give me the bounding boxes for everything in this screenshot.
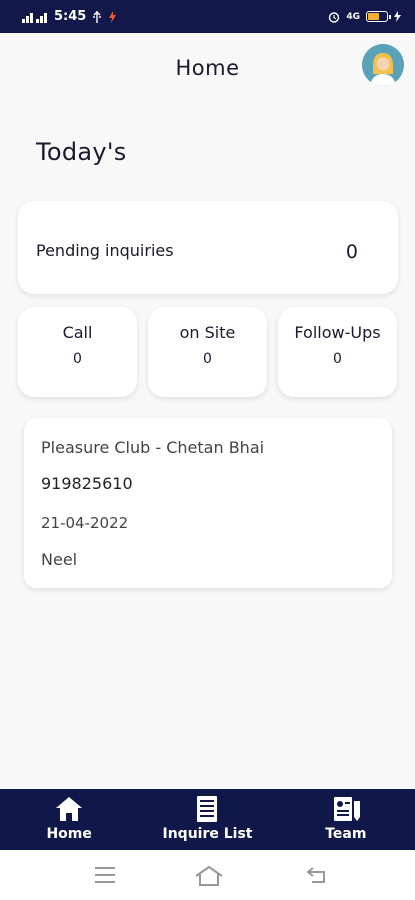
network-type: 4G bbox=[346, 11, 360, 22]
inquiry-phone: 919825610 bbox=[41, 474, 133, 493]
status-bar: 5:45 4G bbox=[0, 0, 415, 33]
stat-value: 0 bbox=[73, 351, 82, 367]
nav-label: Home bbox=[46, 826, 92, 842]
stat-label: Call bbox=[62, 323, 93, 342]
usb-icon bbox=[93, 10, 102, 23]
charging-bolt-icon bbox=[109, 10, 117, 23]
stat-value: 0 bbox=[333, 351, 342, 367]
battery-level bbox=[368, 13, 379, 20]
team-icon bbox=[333, 797, 360, 821]
status-time: 5:45 bbox=[54, 9, 87, 24]
list-icon bbox=[197, 796, 218, 822]
inquiry-date: 21-04-2022 bbox=[41, 514, 129, 532]
bottom-nav: Home Inquire List Team bbox=[0, 789, 415, 850]
nav-home[interactable]: Home bbox=[0, 789, 138, 850]
inquiry-name: Pleasure Club - Chetan Bhai bbox=[41, 438, 265, 457]
status-left: 5:45 bbox=[22, 9, 117, 24]
pending-inquiries-label: Pending inquiries bbox=[36, 241, 174, 260]
stat-label: Follow-Ups bbox=[294, 323, 381, 342]
page-title: Home bbox=[175, 56, 240, 80]
call-stat-card[interactable]: Call 0 bbox=[18, 307, 137, 397]
inquiry-card[interactable]: Pleasure Club - Chetan Bhai 919825610 21… bbox=[24, 418, 392, 588]
nav-team[interactable]: Team bbox=[277, 789, 415, 850]
inquiry-assignee: Neel bbox=[41, 550, 78, 569]
menu-icon[interactable] bbox=[94, 865, 116, 885]
battery-icon bbox=[366, 11, 391, 22]
system-nav-bar bbox=[0, 850, 415, 900]
stat-value: 0 bbox=[203, 351, 212, 367]
follow-ups-stat-card[interactable]: Follow-Ups 0 bbox=[278, 307, 397, 397]
today-heading: Today's bbox=[36, 138, 127, 166]
home-icon bbox=[56, 797, 83, 821]
alarm-icon bbox=[329, 11, 340, 23]
back-icon[interactable] bbox=[306, 865, 328, 885]
home-system-icon[interactable] bbox=[194, 865, 224, 887]
pending-inquiries-card[interactable]: Pending inquiries 0 bbox=[18, 201, 398, 294]
user-avatar-icon[interactable] bbox=[362, 44, 404, 86]
pending-inquiries-count: 0 bbox=[345, 241, 358, 263]
status-right: 4G bbox=[328, 11, 401, 23]
on-site-stat-card[interactable]: on Site 0 bbox=[148, 307, 267, 397]
nav-label: Team bbox=[325, 826, 367, 842]
signal-icon bbox=[22, 12, 47, 23]
app-bar: Home bbox=[0, 33, 415, 103]
nav-inquire-list[interactable]: Inquire List bbox=[138, 789, 276, 850]
nav-label: Inquire List bbox=[162, 826, 253, 842]
bolt-icon bbox=[394, 11, 401, 22]
stat-label: on Site bbox=[179, 323, 236, 342]
